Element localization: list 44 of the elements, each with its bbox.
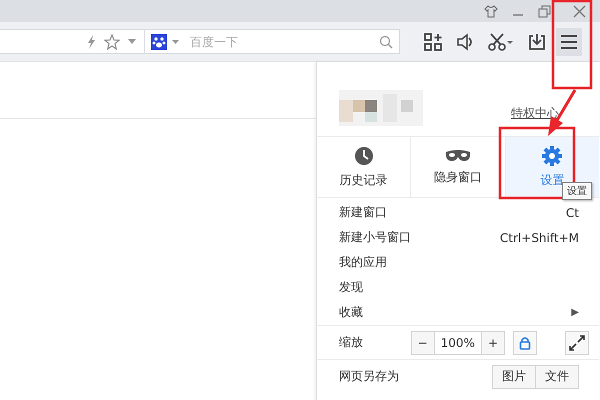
menu-item[interactable]: 发现 [317, 275, 599, 300]
menu-item-label: 新建窗口 [339, 204, 387, 221]
search-icon[interactable] [379, 34, 393, 48]
menu-item[interactable]: 我的应用 [317, 250, 599, 275]
restore-icon[interactable] [538, 4, 551, 18]
save-as-label: 网页另存为 [339, 368, 400, 385]
menu-item[interactable]: 新建窗口 Ct [317, 200, 599, 225]
star-icon[interactable] [104, 34, 120, 50]
shirt-icon[interactable] [484, 4, 498, 18]
menu-item-label: 收藏 [339, 304, 363, 321]
apps-icon[interactable] [424, 32, 442, 50]
tooltip: 设置 [562, 182, 592, 200]
clock-icon [354, 146, 374, 166]
shortcut-text: Ct [566, 206, 579, 220]
menu-button[interactable] [556, 28, 582, 56]
download-icon[interactable] [528, 32, 546, 50]
caret-icon[interactable] [128, 39, 136, 44]
paw-icon[interactable] [151, 34, 167, 50]
search-input[interactable]: 百度一下 [184, 34, 374, 48]
menu-item-label: 我的应用 [339, 254, 387, 271]
shortcut-text: Ctrl+Shift+M [500, 230, 579, 244]
expand-icon [569, 334, 585, 350]
menu-item[interactable]: 收藏 ▶ [317, 300, 599, 325]
close-icon[interactable] [573, 4, 586, 18]
mask-icon [444, 148, 471, 162]
menu-item[interactable]: 新建小号窗口 Ctrl+Shift+M [317, 225, 599, 250]
avatar-icon [339, 90, 423, 126]
menu-item-label: 新建小号窗口 [339, 229, 411, 246]
zoom-label: 缩放 [339, 334, 364, 351]
zoom-value: 100% [434, 332, 482, 354]
submenu-arrow: ▶ [571, 307, 579, 318]
menu-item-label: 发现 [339, 279, 363, 296]
lock-button[interactable] [513, 330, 537, 354]
search-field[interactable]: 百度一下 [145, 29, 400, 54]
lock-icon [519, 336, 531, 350]
lightning-icon[interactable] [86, 34, 96, 48]
annotation-arrow [548, 89, 576, 136]
fullscreen-button[interactable] [565, 330, 589, 354]
menu-icon [560, 34, 578, 50]
gear-icon [542, 146, 562, 166]
caret-icon[interactable] [172, 40, 179, 44]
speaker-icon[interactable] [456, 32, 474, 50]
quick-action-button[interactable]: 历史记录 [317, 137, 412, 197]
scissors-icon[interactable] [488, 32, 514, 50]
